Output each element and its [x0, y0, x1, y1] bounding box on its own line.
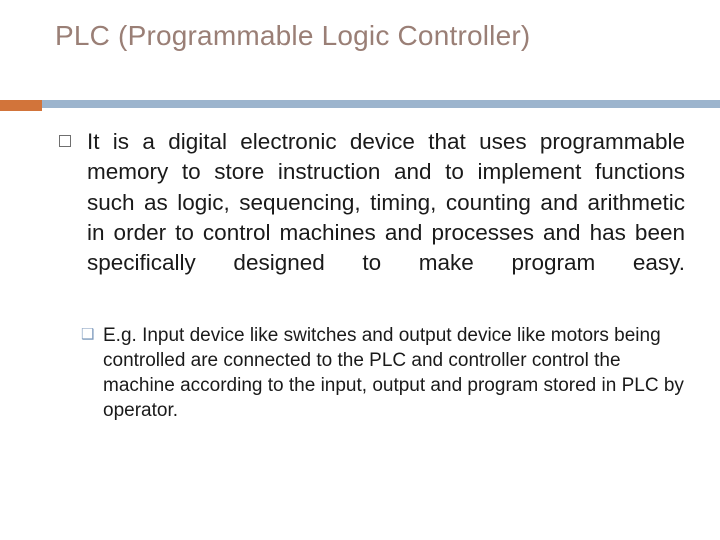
divider-accent-block: [0, 100, 42, 111]
slide-body: It is a digital electronic device that u…: [55, 127, 685, 424]
slide: PLC (Programmable Logic Controller) It i…: [0, 0, 720, 540]
page-title: PLC (Programmable Logic Controller): [55, 20, 531, 51]
title-divider: [0, 100, 720, 111]
bullet-level2: ❑ E.g. Input device like switches and ou…: [55, 323, 685, 424]
square-bullet-icon: [59, 135, 71, 147]
bullet-level1: It is a digital electronic device that u…: [55, 127, 685, 309]
divider-bar: [42, 100, 720, 108]
bullet-level2-text: E.g. Input device like switches and outp…: [103, 324, 684, 422]
diamond-bullet-icon: ❑: [81, 325, 95, 343]
bullet-level1-text: It is a digital electronic device that u…: [87, 129, 685, 275]
